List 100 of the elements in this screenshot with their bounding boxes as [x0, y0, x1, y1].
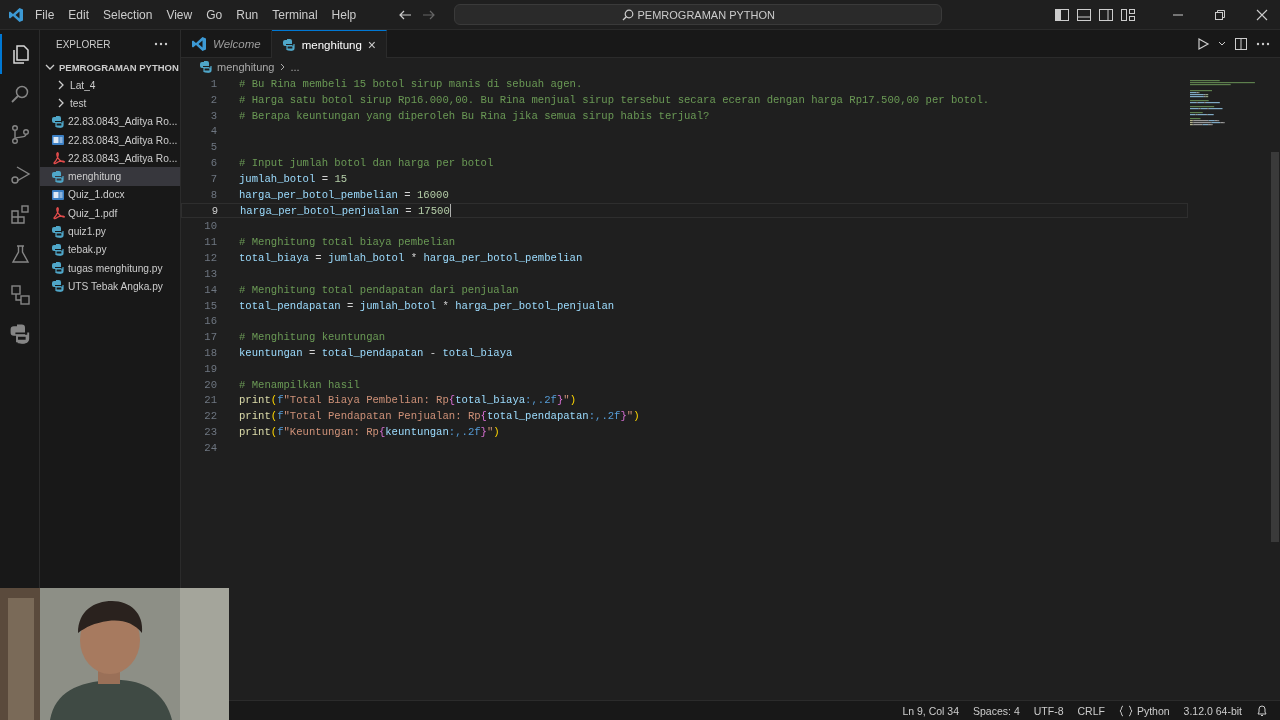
line-number: 7 [209, 172, 217, 185]
line-number: 13 [203, 267, 217, 280]
customize-layout-icon[interactable] [1120, 6, 1136, 23]
code-line: print(f"Total Pendapatan Penjualan: Rp{total_pendapatan:,.2f}") [239, 410, 640, 423]
python-file-icon [51, 169, 65, 184]
chevron-down-icon[interactable] [1218, 39, 1226, 48]
command-center-search[interactable]: PEMROGRAMAN PYTHON [454, 4, 943, 25]
code-line: # Menampilkan hasil [239, 378, 360, 391]
line-number: 24 [203, 441, 217, 454]
line-number: 3 [209, 109, 217, 122]
chevron-right-icon [278, 63, 287, 71]
python-file-icon [51, 261, 65, 276]
sidebar-title: EXPLORER [56, 38, 111, 50]
line-number: 12 [203, 252, 217, 264]
menu-item[interactable]: File [28, 5, 62, 24]
menu-item[interactable]: Run [229, 5, 266, 24]
interpreter-version[interactable]: 3.12.0 64-bit [1183, 704, 1242, 717]
explorer-entry[interactable]: tebak.py [40, 240, 180, 259]
split-editor-icon[interactable] [1234, 36, 1248, 51]
explorer-folder[interactable]: Lat_4 [40, 76, 180, 95]
code-line: # Bu Rina membeli 15 botol sirup manis di sebuah agen. [239, 77, 583, 90]
code-line: print(f"Keuntungan: Rp{keuntungan:,.2f}") [239, 426, 500, 439]
explorer-entry[interactable]: menghitung [40, 167, 180, 186]
scrollbar-thumb[interactable] [1271, 152, 1279, 542]
pdf-file-icon [51, 206, 65, 221]
explorer-entry[interactable]: quiz1.py [40, 222, 180, 241]
code-line: harga_per_botol_penjualan = 17500 [240, 204, 450, 217]
code-line: total_biaya = jumlah_botol * harga_per_botol_pembelian [239, 252, 583, 264]
search-icon [621, 8, 634, 21]
explorer-folder[interactable]: test [40, 94, 180, 113]
menu-item[interactable]: Go [199, 5, 230, 24]
braces-icon [1118, 704, 1133, 717]
extensions-icon[interactable] [8, 203, 31, 225]
editor-tab[interactable]: menghitung × [271, 30, 387, 58]
vscode-logo-icon [8, 6, 24, 23]
code-line: jumlah_botol = 15 [239, 172, 348, 185]
explorer-entry[interactable]: Quiz_1.docx [40, 185, 180, 205]
python-file-icon [199, 60, 213, 74]
explorer-entry[interactable]: 22.83.0843_Aditya Ro... [40, 130, 180, 150]
code-line: # Menghitung keuntungan [239, 331, 386, 344]
line-number: 9 [210, 204, 218, 217]
code-line: keuntungan = total_pendapatan - total_biaya [239, 347, 513, 359]
pdf-file-icon [51, 151, 65, 166]
run-debug-icon[interactable] [8, 163, 31, 185]
close-tab-button[interactable]: × [367, 36, 376, 53]
line-number: 5 [209, 141, 217, 154]
more-actions-icon[interactable] [1256, 41, 1270, 46]
status-item[interactable]: CRLF [1077, 704, 1105, 717]
line-number: 16 [203, 315, 217, 328]
menu-item[interactable]: Terminal [265, 5, 325, 24]
status-item[interactable]: Ln 9, Col 34 [902, 704, 960, 717]
line-number: 18 [203, 347, 217, 359]
toggle-sidebar-icon[interactable] [1054, 6, 1070, 23]
explorer-entry[interactable]: UTS Tebak Angka.py [40, 277, 180, 296]
breadcrumb-item[interactable]: ... [290, 61, 300, 73]
python-file-icon [51, 224, 65, 239]
line-number: 21 [203, 394, 217, 407]
editor-tab[interactable]: Welcome [181, 30, 272, 57]
explorer-entry[interactable]: 22.83.0843_Aditya Ro... [40, 112, 180, 131]
python-file-icon [51, 279, 65, 294]
code-line: total_pendapatan = jumlah_botol * harga_per_botol_penjualan [239, 299, 615, 312]
python-file-icon [51, 114, 65, 129]
line-number: 19 [203, 362, 217, 375]
text-cursor [449, 204, 451, 218]
line-number: 1 [209, 77, 217, 90]
toggle-panel-icon[interactable] [1076, 6, 1092, 23]
python-file-icon [281, 37, 296, 52]
restore-icon[interactable] [1214, 8, 1226, 21]
menu-item[interactable]: Edit [61, 5, 97, 24]
menu-item[interactable]: Help [324, 5, 364, 24]
code-line: # Menghitung total biaya pembelian [239, 236, 456, 249]
code-line: # Input jumlah botol dan harga per botol [239, 157, 494, 170]
toggle-secondary-sidebar-icon[interactable] [1098, 6, 1114, 23]
explorer-entry[interactable]: tugas menghitung.py [40, 258, 180, 278]
explorer-entry[interactable]: Quiz_1.pdf [40, 204, 180, 223]
close-icon[interactable] [1256, 8, 1268, 21]
language-mode[interactable]: Python [1136, 704, 1170, 717]
line-number: 4 [209, 125, 217, 138]
menu-item[interactable]: Selection [96, 5, 160, 24]
line-number: 22 [203, 410, 217, 423]
menu-item[interactable]: View [159, 5, 200, 24]
python-icon[interactable] [8, 323, 31, 345]
line-number: 6 [209, 157, 217, 170]
more-actions-icon[interactable] [154, 42, 168, 46]
folder-header[interactable]: PEMROGRAMAN PYTHON [40, 58, 180, 76]
run-icon[interactable] [1196, 36, 1210, 51]
line-number: 8 [209, 188, 217, 201]
line-number: 23 [203, 426, 217, 439]
word-file-icon [51, 187, 65, 202]
breadcrumb-item[interactable]: menghitung [217, 61, 275, 73]
word-file-icon [51, 133, 65, 148]
bell-icon[interactable] [1256, 704, 1268, 717]
status-item[interactable]: UTF-8 [1033, 704, 1064, 717]
remote-explorer-icon[interactable] [8, 283, 31, 305]
code-line: # Harga satu botol sirup Rp16.000,00. Bu Rina menjual sirup tersebut secara eceran dengan harga Rp17.500,00 per botol. [239, 93, 990, 106]
line-number: 15 [203, 299, 217, 312]
status-item[interactable]: Spaces: 4 [973, 704, 1020, 717]
explorer-entry[interactable]: 22.83.0843_Aditya Ro... [40, 149, 180, 168]
line-number: 11 [203, 236, 217, 249]
code-line: # Menghitung total pendapatan dari penjualan [239, 283, 519, 296]
